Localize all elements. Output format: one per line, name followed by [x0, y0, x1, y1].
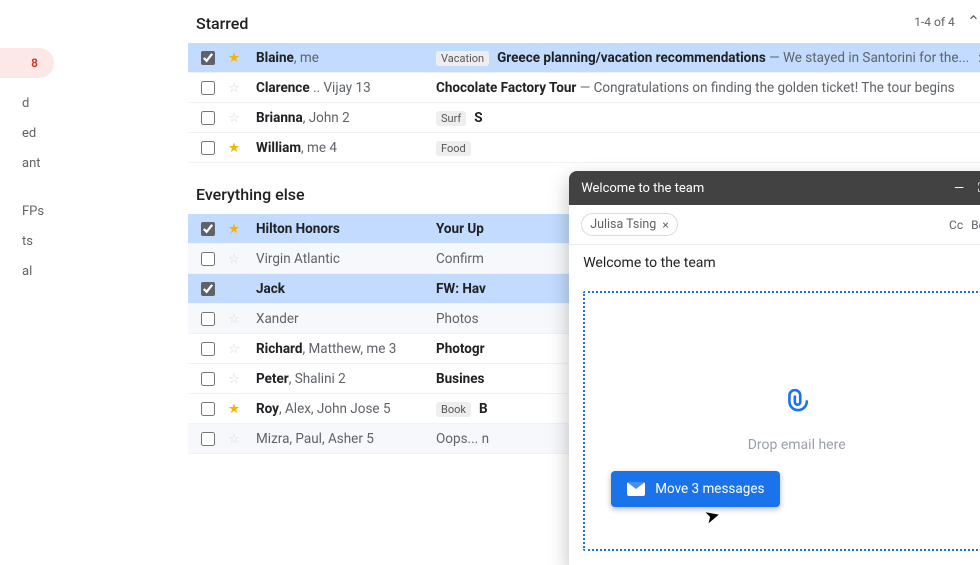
subject: SurfS	[436, 110, 969, 126]
email-row[interactable]: ☆Brianna, John 2SurfS	[188, 103, 980, 133]
subject: Food	[436, 140, 969, 156]
bcc-button[interactable]: Bcc	[971, 218, 980, 232]
row-checkbox[interactable]	[188, 81, 228, 95]
row-checkbox[interactable]	[188, 432, 228, 446]
recipient-name: Julisa Tsing	[590, 217, 656, 232]
cc-button[interactable]: Cc	[949, 218, 963, 232]
star-icon[interactable]: ☆	[228, 341, 256, 357]
category-label[interactable]: Surf	[436, 111, 466, 126]
sender: Virgin Atlantic	[256, 251, 436, 267]
compose-title: Welcome to the team	[581, 181, 704, 196]
email-row[interactable]: ★William, me 4Food	[188, 133, 980, 163]
row-checkbox[interactable]	[188, 342, 228, 356]
sender: Mizra, Paul, Asher 5	[256, 431, 436, 447]
category-label[interactable]: Vacation	[436, 51, 489, 66]
category-label[interactable]: Book	[436, 402, 471, 417]
section-title-starred: Starred	[188, 0, 248, 43]
sender: Jack	[256, 281, 436, 297]
category-label[interactable]: Food	[436, 141, 471, 156]
star-icon[interactable]: ★	[228, 50, 256, 66]
envelope-icon	[627, 482, 645, 496]
sender: William, me 4	[256, 140, 436, 156]
sidebar-spacer	[0, 178, 58, 196]
star-icon[interactable]: ☆	[228, 311, 256, 327]
row-checkbox[interactable]	[188, 111, 228, 125]
star-icon[interactable]: ★	[228, 221, 256, 237]
date: Nov 11	[969, 81, 980, 95]
star-icon[interactable]: ☆	[228, 251, 256, 267]
sidebar-item[interactable]: FPs	[0, 196, 58, 226]
move-label: Move 3 messages	[655, 481, 764, 497]
row-checkbox[interactable]	[188, 51, 228, 65]
sidebar-item[interactable]: d	[0, 88, 58, 118]
sidebar-item[interactable]: ts	[0, 226, 58, 256]
star-icon[interactable]: ★	[228, 401, 256, 417]
subject: Chocolate Factory Tour — Congratulations…	[436, 80, 969, 96]
sidebar: 8 d ed ant FPs ts al	[0, 0, 58, 565]
sidebar-count-badge: 8	[31, 56, 38, 70]
star-icon[interactable]: ☆	[228, 80, 256, 96]
row-checkbox[interactable]	[188, 372, 228, 386]
compose-titlebar[interactable]: Welcome to the team — ⛶ ✕	[569, 171, 980, 205]
row-checkbox[interactable]	[188, 312, 228, 326]
recipient-chip[interactable]: Julisa Tsing ×	[581, 213, 678, 236]
paging-indicator: 1-4 of 4 ⌃ ⋮	[914, 11, 980, 32]
sender: Xander	[256, 311, 436, 327]
sender: Roy, Alex, John Jose 5	[256, 401, 436, 417]
remove-chip-icon[interactable]: ×	[662, 218, 668, 232]
minimize-icon[interactable]: —	[954, 181, 964, 196]
paging-text: 1-4 of 4	[914, 15, 955, 29]
sender: Peter, Shalini 2	[256, 371, 436, 387]
row-checkbox[interactable]	[188, 282, 228, 296]
sidebar-item[interactable]: al	[0, 256, 58, 286]
star-icon[interactable]: ★	[228, 140, 256, 156]
sidebar-item[interactable]: ed	[0, 118, 58, 148]
sidebar-highlighted-item[interactable]: 8	[0, 48, 54, 78]
sender: Richard, Matthew, me 3	[256, 341, 436, 357]
sender: Blaine, me	[256, 50, 436, 66]
star-icon[interactable]: ☆	[228, 431, 256, 447]
chevron-up-icon[interactable]: ⌃	[967, 12, 980, 31]
star-icon[interactable]: ☆	[228, 371, 256, 387]
sender: Hilton Honors	[256, 221, 436, 237]
row-checkbox[interactable]	[188, 141, 228, 155]
sender: Brianna, John 2	[256, 110, 436, 126]
star-icon[interactable]: ☆	[228, 110, 256, 126]
attachment-icon	[784, 389, 810, 421]
row-checkbox[interactable]	[188, 222, 228, 236]
sender: Clarence .. Vijay 13	[256, 80, 436, 96]
subject: VacationGreece planning/vacation recomme…	[436, 50, 969, 66]
compose-subject[interactable]: Welcome to the team	[569, 245, 980, 281]
starred-list: ★Blaine, meVacationGreece planning/vacat…	[188, 43, 980, 163]
date: 2:25 PM	[969, 51, 980, 65]
row-checkbox[interactable]	[188, 402, 228, 416]
sidebar-item[interactable]: ant	[0, 148, 58, 178]
move-messages-tooltip: Move 3 messages	[611, 471, 780, 507]
email-row[interactable]: ☆Clarence .. Vijay 13Chocolate Factory T…	[188, 73, 980, 103]
star-icon[interactable]: ☆	[228, 281, 256, 297]
main-content: Starred 1-4 of 4 ⌃ ⋮ ★Blaine, meVacation…	[58, 0, 980, 565]
cursor-icon: ➤	[703, 504, 723, 528]
attachment-dropzone[interactable]: Drop email here Move 3 messages ➤	[583, 291, 980, 551]
email-row[interactable]: ★Blaine, meVacationGreece planning/vacat…	[188, 43, 980, 73]
row-checkbox[interactable]	[188, 252, 228, 266]
compose-recipients[interactable]: Julisa Tsing × Cc Bcc	[569, 205, 980, 245]
compose-window: Welcome to the team — ⛶ ✕ Julisa Tsing ×…	[569, 171, 980, 565]
drop-hint: Drop email here	[748, 437, 846, 453]
